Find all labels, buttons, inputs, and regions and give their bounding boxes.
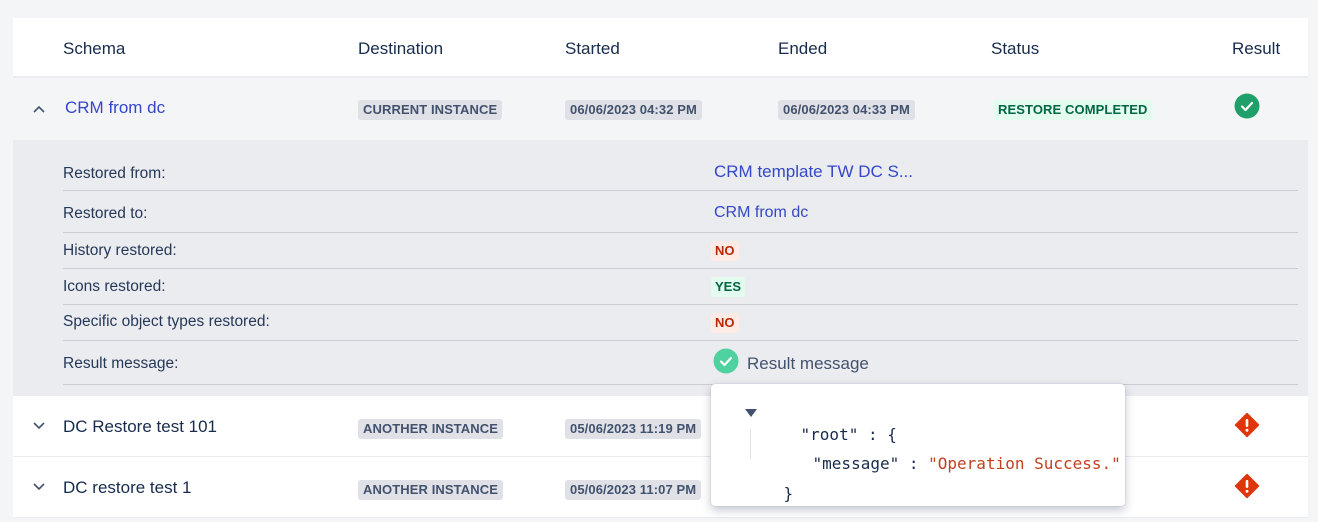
started-lozenge: 05/06/2023 11:07 PM	[565, 480, 702, 500]
collapse-triangle-icon[interactable]	[745, 409, 757, 417]
result-message-toggle[interactable]: Result message	[713, 348, 869, 379]
schema-link[interactable]: CRM from dc	[65, 98, 165, 118]
column-destination[interactable]: Destination	[358, 39, 443, 59]
chevron-up-icon[interactable]	[31, 101, 47, 117]
restored-from-link[interactable]: CRM template TW DC S...	[714, 162, 913, 182]
status-lozenge: RESTORE COMPLETED	[993, 100, 1153, 120]
destination-lozenge: ANOTHER INSTANCE	[358, 480, 503, 500]
detail-label: Result message:	[63, 355, 179, 372]
json-colon: :	[899, 454, 929, 473]
schema-name: DC Restore test 101	[63, 417, 218, 436]
result-message-label: Result message	[747, 353, 869, 373]
row-details-panel: Restored from: CRM template TW DC S... R…	[13, 140, 1308, 396]
column-started[interactable]: Started	[565, 39, 620, 59]
started-lozenge: 05/06/2023 11:19 PM	[565, 419, 702, 439]
check-circle-icon	[713, 348, 739, 379]
table-row[interactable]: CRM from dc CURRENT INSTANCE 06/06/2023 …	[13, 78, 1308, 140]
detail-label: Restored from:	[63, 165, 166, 182]
error-diamond-icon	[1234, 473, 1260, 499]
result-message-popup: "root" : { "message" : "Operation Succes…	[711, 384, 1125, 506]
ended-lozenge: 06/06/2023 04:33 PM	[778, 100, 915, 120]
icons-lozenge: YES	[711, 277, 746, 297]
destination-lozenge: ANOTHER INSTANCE	[358, 419, 503, 439]
column-schema[interactable]: Schema	[63, 39, 125, 59]
restored-to-link[interactable]: CRM from dc	[714, 204, 808, 222]
detail-restored-from: Restored from: CRM template TW DC S...	[63, 140, 1298, 191]
json-close-brace: }	[783, 484, 794, 503]
specific-lozenge: NO	[711, 313, 739, 333]
detail-history: History restored: NO	[63, 232, 1298, 269]
started-lozenge: 06/06/2023 04:32 PM	[565, 100, 702, 120]
destination-lozenge: CURRENT INSTANCE	[358, 100, 503, 120]
detail-label: Icons restored:	[63, 278, 166, 295]
detail-label: Restored to:	[63, 205, 148, 222]
chevron-down-icon[interactable]	[31, 418, 47, 434]
detail-specific-types: Specific object types restored: NO	[63, 304, 1298, 341]
detail-label: History restored:	[63, 242, 177, 259]
detail-result-message: Result message: Result message	[63, 340, 1298, 385]
detail-label: Specific object types restored:	[63, 313, 270, 330]
history-lozenge: NO	[711, 241, 739, 261]
detail-icons: Icons restored: YES	[63, 268, 1298, 305]
detail-restored-to: Restored to: CRM from dc	[63, 190, 1298, 233]
table-header: Schema Destination Started Ended Status …	[13, 18, 1308, 78]
check-circle-icon	[1234, 93, 1260, 119]
column-result[interactable]: Result	[1232, 39, 1280, 59]
indent-guide	[750, 429, 751, 459]
schema-name: DC restore test 1	[63, 478, 192, 497]
error-diamond-icon	[1234, 412, 1260, 438]
json-message-key: "message"	[812, 454, 900, 473]
column-status[interactable]: Status	[991, 39, 1039, 59]
json-message-value: "Operation Success."	[928, 454, 1121, 473]
column-ended[interactable]: Ended	[778, 39, 827, 59]
chevron-down-icon[interactable]	[31, 479, 47, 495]
